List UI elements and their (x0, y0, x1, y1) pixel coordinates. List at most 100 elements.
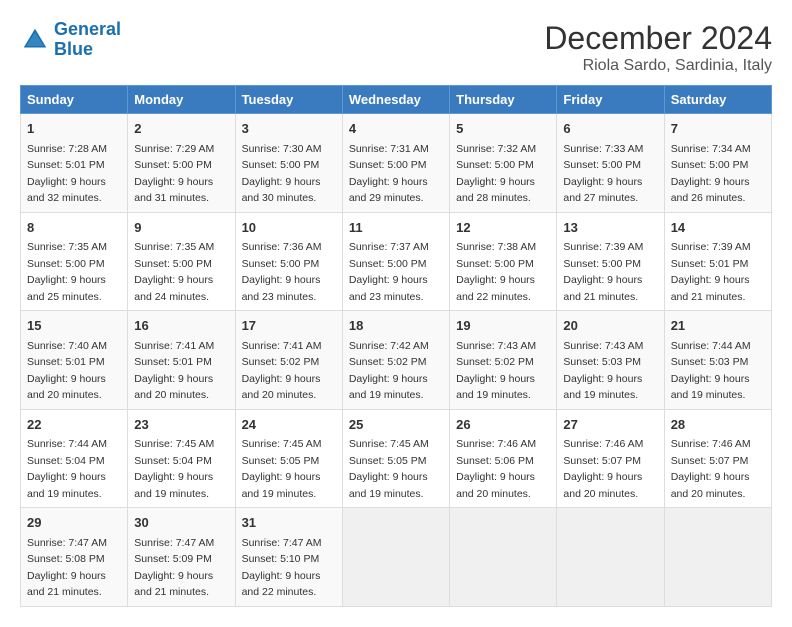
day-number: 16 (134, 316, 228, 336)
calendar-cell (664, 508, 771, 607)
day-number: 7 (671, 119, 765, 139)
day-info: Sunrise: 7:45 AMSunset: 5:04 PMDaylight:… (134, 438, 214, 500)
calendar-cell: 13 Sunrise: 7:39 AMSunset: 5:00 PMDaylig… (557, 212, 664, 311)
day-number: 2 (134, 119, 228, 139)
day-info: Sunrise: 7:44 AMSunset: 5:04 PMDaylight:… (27, 438, 107, 500)
day-info: Sunrise: 7:36 AMSunset: 5:00 PMDaylight:… (242, 241, 322, 303)
day-info: Sunrise: 7:35 AMSunset: 5:00 PMDaylight:… (134, 241, 214, 303)
day-info: Sunrise: 7:41 AMSunset: 5:01 PMDaylight:… (134, 340, 214, 402)
calendar-cell: 25 Sunrise: 7:45 AMSunset: 5:05 PMDaylig… (342, 409, 449, 508)
day-info: Sunrise: 7:47 AMSunset: 5:09 PMDaylight:… (134, 537, 214, 599)
day-info: Sunrise: 7:45 AMSunset: 5:05 PMDaylight:… (242, 438, 322, 500)
day-number: 11 (349, 218, 443, 238)
calendar-cell: 12 Sunrise: 7:38 AMSunset: 5:00 PMDaylig… (450, 212, 557, 311)
calendar-cell: 28 Sunrise: 7:46 AMSunset: 5:07 PMDaylig… (664, 409, 771, 508)
day-info: Sunrise: 7:43 AMSunset: 5:02 PMDaylight:… (456, 340, 536, 402)
day-info: Sunrise: 7:34 AMSunset: 5:00 PMDaylight:… (671, 143, 751, 205)
calendar-cell: 9 Sunrise: 7:35 AMSunset: 5:00 PMDayligh… (128, 212, 235, 311)
week-row-4: 22 Sunrise: 7:44 AMSunset: 5:04 PMDaylig… (21, 409, 772, 508)
calendar-table: SundayMondayTuesdayWednesdayThursdayFrid… (20, 85, 772, 607)
day-info: Sunrise: 7:43 AMSunset: 5:03 PMDaylight:… (563, 340, 643, 402)
calendar-cell: 2 Sunrise: 7:29 AMSunset: 5:00 PMDayligh… (128, 114, 235, 213)
header-wednesday: Wednesday (342, 86, 449, 114)
header-saturday: Saturday (664, 86, 771, 114)
day-info: Sunrise: 7:39 AMSunset: 5:00 PMDaylight:… (563, 241, 643, 303)
day-info: Sunrise: 7:31 AMSunset: 5:00 PMDaylight:… (349, 143, 429, 205)
day-info: Sunrise: 7:29 AMSunset: 5:00 PMDaylight:… (134, 143, 214, 205)
logo-text: General Blue (54, 20, 121, 60)
day-info: Sunrise: 7:32 AMSunset: 5:00 PMDaylight:… (456, 143, 536, 205)
header-friday: Friday (557, 86, 664, 114)
location: Riola Sardo, Sardinia, Italy (544, 57, 772, 75)
day-number: 8 (27, 218, 121, 238)
day-number: 15 (27, 316, 121, 336)
calendar-cell (450, 508, 557, 607)
page-header: General Blue December 2024 Riola Sardo, … (20, 20, 772, 75)
calendar-cell: 24 Sunrise: 7:45 AMSunset: 5:05 PMDaylig… (235, 409, 342, 508)
logo-general: General (54, 19, 121, 39)
day-info: Sunrise: 7:46 AMSunset: 5:07 PMDaylight:… (671, 438, 751, 500)
day-number: 12 (456, 218, 550, 238)
day-info: Sunrise: 7:39 AMSunset: 5:01 PMDaylight:… (671, 241, 751, 303)
day-number: 30 (134, 513, 228, 533)
title-block: December 2024 Riola Sardo, Sardinia, Ita… (544, 20, 772, 75)
day-info: Sunrise: 7:45 AMSunset: 5:05 PMDaylight:… (349, 438, 429, 500)
day-info: Sunrise: 7:41 AMSunset: 5:02 PMDaylight:… (242, 340, 322, 402)
day-info: Sunrise: 7:46 AMSunset: 5:07 PMDaylight:… (563, 438, 643, 500)
calendar-cell: 19 Sunrise: 7:43 AMSunset: 5:02 PMDaylig… (450, 311, 557, 410)
day-number: 29 (27, 513, 121, 533)
day-number: 18 (349, 316, 443, 336)
day-number: 17 (242, 316, 336, 336)
week-row-5: 29 Sunrise: 7:47 AMSunset: 5:08 PMDaylig… (21, 508, 772, 607)
day-number: 20 (563, 316, 657, 336)
header-monday: Monday (128, 86, 235, 114)
calendar-cell: 16 Sunrise: 7:41 AMSunset: 5:01 PMDaylig… (128, 311, 235, 410)
calendar-cell: 8 Sunrise: 7:35 AMSunset: 5:00 PMDayligh… (21, 212, 128, 311)
day-number: 6 (563, 119, 657, 139)
month-title: December 2024 (544, 20, 772, 57)
calendar-cell: 21 Sunrise: 7:44 AMSunset: 5:03 PMDaylig… (664, 311, 771, 410)
day-info: Sunrise: 7:38 AMSunset: 5:00 PMDaylight:… (456, 241, 536, 303)
day-info: Sunrise: 7:47 AMSunset: 5:10 PMDaylight:… (242, 537, 322, 599)
calendar-cell: 22 Sunrise: 7:44 AMSunset: 5:04 PMDaylig… (21, 409, 128, 508)
day-number: 28 (671, 415, 765, 435)
header-tuesday: Tuesday (235, 86, 342, 114)
calendar-cell: 30 Sunrise: 7:47 AMSunset: 5:09 PMDaylig… (128, 508, 235, 607)
day-number: 4 (349, 119, 443, 139)
day-number: 27 (563, 415, 657, 435)
calendar-cell: 4 Sunrise: 7:31 AMSunset: 5:00 PMDayligh… (342, 114, 449, 213)
calendar-cell: 3 Sunrise: 7:30 AMSunset: 5:00 PMDayligh… (235, 114, 342, 213)
day-number: 24 (242, 415, 336, 435)
logo-icon (20, 25, 50, 55)
day-number: 14 (671, 218, 765, 238)
day-info: Sunrise: 7:37 AMSunset: 5:00 PMDaylight:… (349, 241, 429, 303)
calendar-cell: 7 Sunrise: 7:34 AMSunset: 5:00 PMDayligh… (664, 114, 771, 213)
week-row-3: 15 Sunrise: 7:40 AMSunset: 5:01 PMDaylig… (21, 311, 772, 410)
logo-blue: Blue (54, 39, 93, 59)
day-info: Sunrise: 7:40 AMSunset: 5:01 PMDaylight:… (27, 340, 107, 402)
logo: General Blue (20, 20, 121, 60)
day-info: Sunrise: 7:28 AMSunset: 5:01 PMDaylight:… (27, 143, 107, 205)
day-number: 23 (134, 415, 228, 435)
day-number: 3 (242, 119, 336, 139)
calendar-cell (557, 508, 664, 607)
day-info: Sunrise: 7:42 AMSunset: 5:02 PMDaylight:… (349, 340, 429, 402)
calendar-cell: 6 Sunrise: 7:33 AMSunset: 5:00 PMDayligh… (557, 114, 664, 213)
day-number: 19 (456, 316, 550, 336)
calendar-cell: 17 Sunrise: 7:41 AMSunset: 5:02 PMDaylig… (235, 311, 342, 410)
calendar-cell: 20 Sunrise: 7:43 AMSunset: 5:03 PMDaylig… (557, 311, 664, 410)
day-info: Sunrise: 7:30 AMSunset: 5:00 PMDaylight:… (242, 143, 322, 205)
day-number: 22 (27, 415, 121, 435)
day-number: 10 (242, 218, 336, 238)
calendar-cell: 31 Sunrise: 7:47 AMSunset: 5:10 PMDaylig… (235, 508, 342, 607)
calendar-cell: 10 Sunrise: 7:36 AMSunset: 5:00 PMDaylig… (235, 212, 342, 311)
day-info: Sunrise: 7:47 AMSunset: 5:08 PMDaylight:… (27, 537, 107, 599)
day-number: 5 (456, 119, 550, 139)
day-info: Sunrise: 7:44 AMSunset: 5:03 PMDaylight:… (671, 340, 751, 402)
calendar-cell: 23 Sunrise: 7:45 AMSunset: 5:04 PMDaylig… (128, 409, 235, 508)
day-number: 31 (242, 513, 336, 533)
week-row-2: 8 Sunrise: 7:35 AMSunset: 5:00 PMDayligh… (21, 212, 772, 311)
day-number: 25 (349, 415, 443, 435)
calendar-cell: 18 Sunrise: 7:42 AMSunset: 5:02 PMDaylig… (342, 311, 449, 410)
week-row-1: 1 Sunrise: 7:28 AMSunset: 5:01 PMDayligh… (21, 114, 772, 213)
